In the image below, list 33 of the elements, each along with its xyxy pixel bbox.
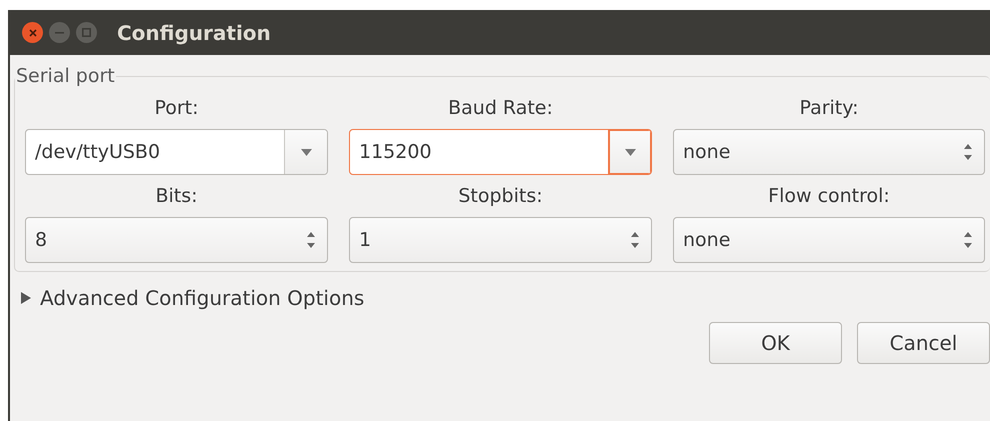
up-down-icon [631, 230, 639, 250]
expander[interactable]: Advanced Configuration Options [20, 286, 990, 310]
ok-button[interactable]: OK [709, 322, 842, 364]
up-down-icon [307, 230, 315, 250]
up-down-icon [964, 142, 972, 162]
caret-icon [300, 148, 312, 156]
up-down-icon [964, 230, 972, 250]
select-field[interactable]: 1 [349, 217, 652, 263]
maximize-button[interactable] [76, 22, 97, 43]
caret-right-icon [20, 292, 32, 304]
field-label: Baud Rate: [448, 97, 553, 119]
minimize-icon [55, 32, 64, 34]
field-label: Flow control: [768, 185, 890, 207]
group-title: Serial port [15, 65, 116, 87]
field-label: Stopbits: [458, 185, 543, 207]
select-field[interactable]: none [673, 129, 985, 175]
caret-icon [624, 148, 636, 156]
cancel-button[interactable]: Cancel [857, 322, 990, 364]
window-title: Configuration [117, 20, 271, 44]
select-field[interactable]: none [673, 217, 985, 263]
dropdown-button[interactable] [608, 130, 651, 174]
combo-box[interactable]: 115200 [349, 129, 652, 175]
maximize-icon [82, 28, 91, 37]
select-field[interactable]: 8 [25, 217, 328, 263]
combo-box[interactable]: /dev/ttyUSB0 [25, 129, 328, 175]
field-label: Bits: [155, 185, 198, 207]
expander-label: Advanced Configuration Options [40, 286, 364, 310]
field-label: Port: [154, 97, 199, 119]
minimize-button[interactable] [49, 22, 70, 43]
dropdown-button[interactable] [284, 130, 327, 174]
close-icon [28, 28, 36, 36]
field-label: Parity: [799, 97, 859, 119]
close-button[interactable] [22, 22, 43, 43]
